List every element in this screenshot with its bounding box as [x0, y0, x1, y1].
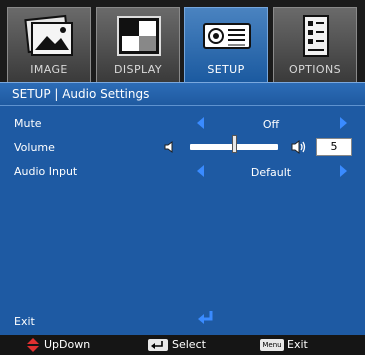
- exit-hint: Exit: [287, 338, 308, 351]
- display-icon: [117, 16, 161, 56]
- tab-options-label: OPTIONS: [289, 63, 341, 76]
- options-icon: [303, 15, 329, 57]
- audio-input-left-arrow-icon[interactable]: [197, 165, 204, 177]
- audio-input-label[interactable]: Audio Input: [14, 165, 77, 178]
- enter-icon[interactable]: [197, 310, 215, 326]
- menu-key-icon: Menu: [260, 339, 284, 351]
- mute-left-arrow-icon[interactable]: [197, 117, 204, 129]
- tab-image[interactable]: IMAGE: [7, 7, 91, 82]
- audio-input-value: Default: [250, 166, 292, 179]
- status-bar: UpDown Select Menu Exit: [0, 335, 365, 355]
- mute-value: Off: [262, 118, 280, 131]
- mute-right-arrow-icon[interactable]: [340, 117, 347, 129]
- page-title: SETUP | Audio Settings: [12, 87, 150, 101]
- tab-options[interactable]: OPTIONS: [273, 7, 357, 82]
- image-icon: [24, 14, 73, 56]
- audio-input-right-arrow-icon[interactable]: [340, 165, 347, 177]
- speaker-high-icon: [291, 140, 306, 154]
- tab-setup-label: SETUP: [207, 63, 245, 76]
- tab-display[interactable]: DISPLAY: [96, 7, 180, 82]
- panel-title-bar: SETUP | Audio Settings: [0, 83, 365, 106]
- tab-setup[interactable]: SETUP: [184, 7, 268, 82]
- mute-label[interactable]: Mute: [14, 117, 42, 130]
- tab-image-label: IMAGE: [30, 63, 68, 76]
- tab-display-label: DISPLAY: [114, 63, 162, 76]
- select-hint: Select: [172, 338, 206, 351]
- select-key-icon: [148, 339, 168, 351]
- volume-value-box: 5: [316, 138, 352, 156]
- setup-icon: [203, 23, 251, 49]
- speaker-low-icon: [164, 141, 173, 153]
- volume-slider-knob[interactable]: [231, 135, 237, 153]
- exit-label[interactable]: Exit: [14, 315, 35, 328]
- menu-tab-bar: IMAGE DISPLAY SETUP OPTIONS: [0, 0, 365, 82]
- updown-icon: [27, 338, 39, 352]
- updown-hint: UpDown: [44, 338, 91, 351]
- volume-label[interactable]: Volume: [14, 141, 55, 154]
